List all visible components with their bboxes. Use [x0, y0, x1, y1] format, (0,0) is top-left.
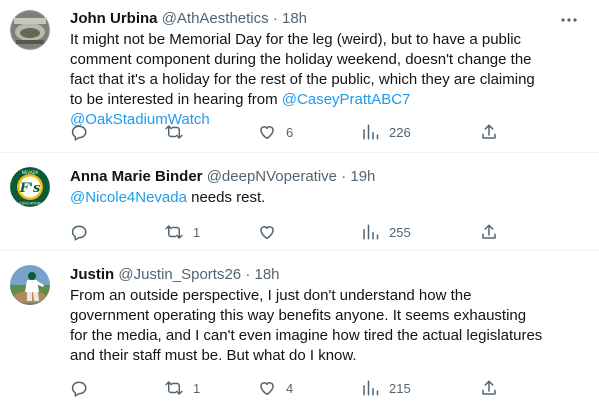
view-count: 215 [389, 380, 411, 396]
logo-text-bottom: EDUCATION [19, 202, 40, 206]
tweet-header: Anna Marie Binder @deepNVoperative · 19h [70, 167, 547, 187]
user-handle[interactable]: @deepNVoperative [207, 168, 337, 185]
tweet-2[interactable]: F's NEVADA EDUCATION Anna Marie Binder @… [0, 153, 599, 251]
baseball-player-avatar [10, 265, 50, 305]
stadium-photo-avatar [10, 10, 50, 50]
view-count: 226 [389, 124, 411, 140]
retweet-button[interactable] [165, 122, 193, 142]
user-handle[interactable]: @AthAesthetics [162, 10, 269, 27]
timestamp[interactable]: 18h [255, 266, 280, 283]
svg-text:F's: F's [19, 181, 41, 196]
views-icon [363, 380, 379, 396]
reply-icon [71, 381, 87, 397]
retweet-icon [165, 381, 183, 395]
retweet-count: 1 [193, 380, 201, 396]
avatar[interactable] [10, 10, 50, 50]
share-button[interactable] [480, 122, 498, 142]
tweet-header: Justin @Justin_Sports26 · 18h [70, 265, 547, 285]
reply-button[interactable] [70, 222, 98, 242]
share-button[interactable] [480, 378, 498, 398]
tweet-text: @Nicole4Nevada needs rest. [70, 188, 547, 208]
more-icon[interactable] [559, 10, 579, 30]
separator-dot: · [245, 266, 251, 283]
retweet-button[interactable]: 1 [165, 378, 200, 398]
tweet-text: From an outside perspective, I just don'… [70, 287, 543, 364]
tweet-text-content: needs rest. [186, 189, 266, 206]
action-bar: 1 255 [70, 222, 583, 242]
share-button[interactable] [480, 222, 498, 242]
views-icon [363, 124, 379, 140]
retweet-icon [165, 225, 183, 239]
reply-icon [71, 125, 87, 141]
tweet-text: It might not be Memorial Day for the leg… [70, 30, 547, 130]
separator-dot: · [272, 10, 278, 27]
views-button[interactable]: 215 [361, 378, 411, 398]
retweet-icon [165, 125, 183, 139]
timestamp[interactable]: 18h [282, 10, 307, 27]
reply-button[interactable] [70, 378, 98, 398]
view-count: 255 [389, 224, 411, 240]
views-icon [363, 224, 379, 240]
mention-link[interactable]: @Nicole4Nevada [70, 189, 187, 206]
reply-icon [71, 225, 87, 241]
mention-link[interactable]: @CaseyPrattABC7 [282, 91, 411, 108]
action-bar: 6 226 [70, 122, 583, 142]
separator-dot: · [341, 168, 347, 185]
like-button[interactable] [258, 222, 286, 242]
avatar[interactable]: F's NEVADA EDUCATION [10, 167, 50, 207]
share-icon [482, 224, 496, 239]
like-count: 6 [286, 124, 294, 140]
retweet-button[interactable]: 1 [165, 222, 200, 242]
athletics-logo-avatar: F's NEVADA EDUCATION [10, 167, 50, 207]
like-button[interactable]: 6 [258, 122, 293, 142]
timestamp[interactable]: 19h [350, 168, 375, 185]
tweet-header: John Urbina @AthAesthetics · 18h [70, 9, 547, 29]
display-name[interactable]: Justin [70, 266, 114, 283]
like-button[interactable]: 4 [258, 378, 293, 398]
retweet-count: 1 [193, 224, 201, 240]
tweet-3[interactable]: Justin @Justin_Sports26 · 18h From an ou… [0, 251, 599, 412]
display-name[interactable]: John Urbina [70, 10, 158, 27]
display-name[interactable]: Anna Marie Binder [70, 168, 203, 185]
heart-icon [260, 382, 274, 396]
avatar[interactable] [10, 265, 50, 305]
reply-button[interactable] [70, 122, 98, 142]
heart-icon [260, 226, 274, 240]
like-count: 4 [286, 380, 294, 396]
heart-icon [260, 126, 274, 140]
action-bar: 1 4 215 [70, 378, 583, 398]
user-handle[interactable]: @Justin_Sports26 [118, 266, 241, 283]
share-icon [482, 124, 496, 139]
share-icon [482, 380, 496, 395]
logo-text-top: NEVADA [22, 170, 39, 175]
views-button[interactable]: 255 [361, 222, 411, 242]
tweet-1[interactable]: John Urbina @AthAesthetics · 18h It migh… [0, 0, 599, 153]
views-button[interactable]: 226 [361, 122, 411, 142]
